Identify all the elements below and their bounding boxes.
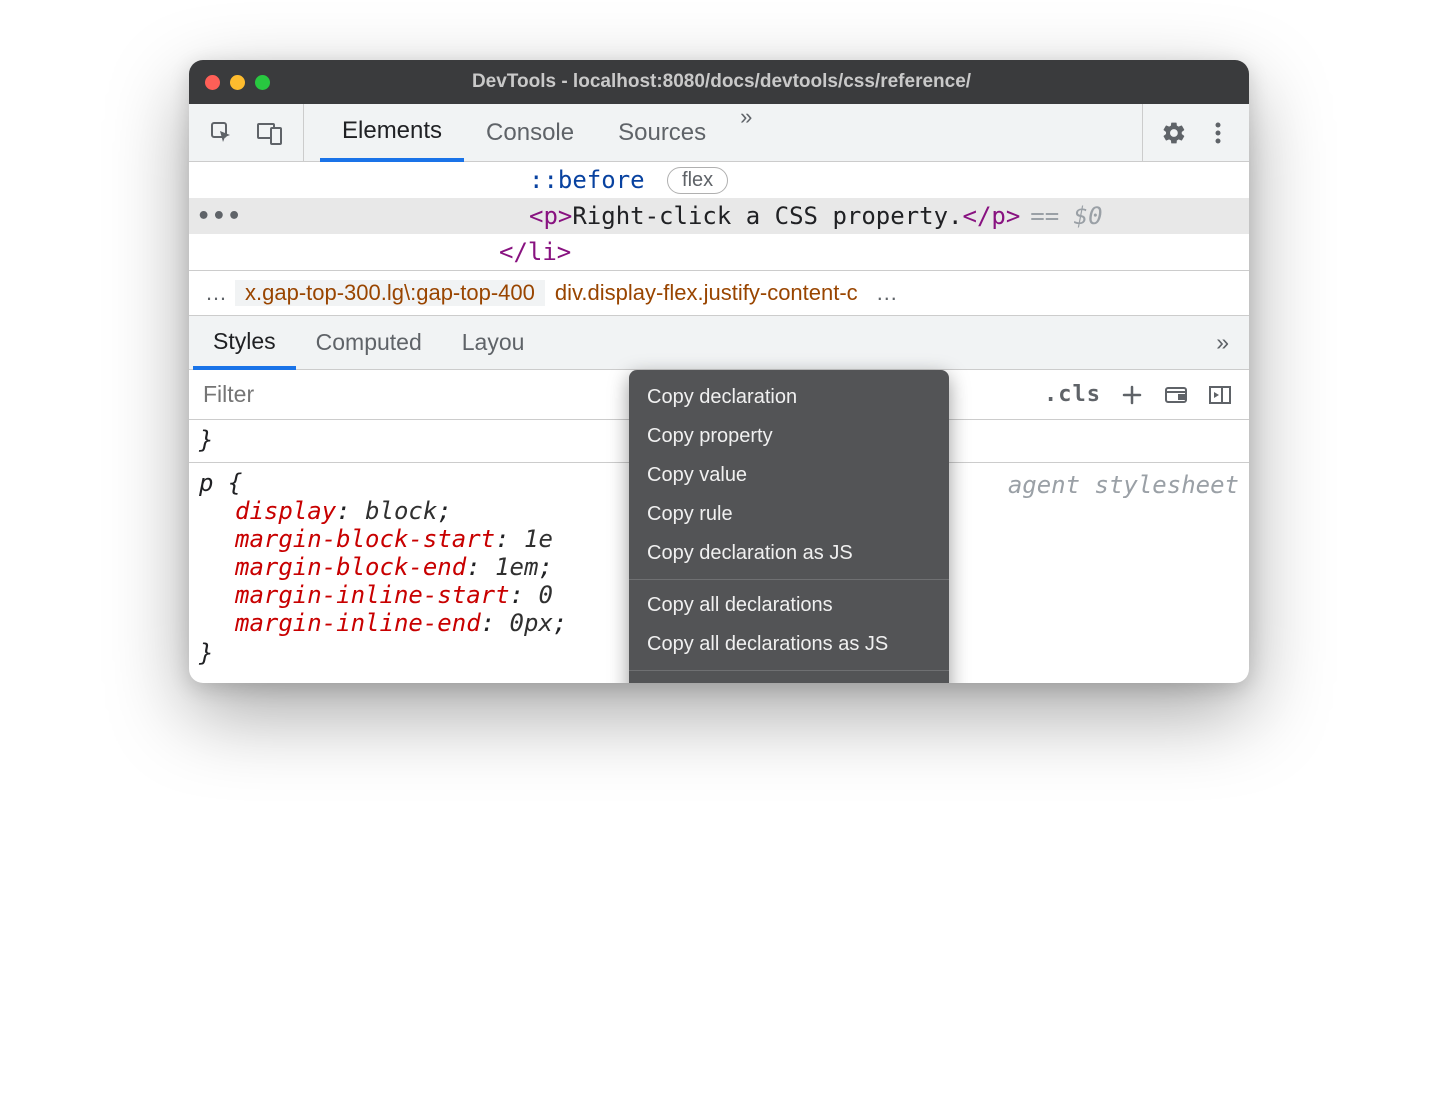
dollar-zero-indicator: == $0	[1030, 202, 1102, 230]
toolbar-left	[189, 104, 304, 161]
titlebar: DevTools - localhost:8080/docs/devtools/…	[189, 60, 1249, 104]
styles-filter-tools: .cls	[1028, 382, 1249, 408]
menu-separator	[629, 579, 949, 580]
context-menu-item[interactable]: Copy all declarations	[629, 586, 949, 625]
more-tabs-icon[interactable]: »	[728, 104, 764, 161]
p-close-tag: </p>	[963, 202, 1021, 230]
main-toolbar: Elements Console Sources »	[189, 104, 1249, 162]
devtools-window: DevTools - localhost:8080/docs/devtools/…	[189, 60, 1249, 683]
toolbar-right	[1142, 104, 1249, 161]
breadcrumb-item-1[interactable]: x.gap-top-300.lg\:gap-top-400	[235, 280, 545, 306]
device-toggle-icon[interactable]	[257, 120, 283, 146]
tab-console[interactable]: Console	[464, 104, 596, 161]
context-menu-item[interactable]: Copy all CSS changes	[629, 677, 949, 683]
subtab-layout[interactable]: Layou	[442, 316, 545, 369]
rule-selector[interactable]: p {	[199, 467, 242, 499]
window-title: DevTools - localhost:8080/docs/devtools/…	[290, 71, 1153, 93]
dom-pseudo-before[interactable]: ::before flex	[189, 162, 1249, 198]
subtab-styles[interactable]: Styles	[193, 316, 296, 370]
traffic-lights	[205, 75, 270, 90]
cls-toggle[interactable]: .cls	[1044, 382, 1101, 407]
toggle-sidebar-icon[interactable]	[1207, 382, 1233, 408]
dom-selected-node[interactable]: ••• <p>Right-click a CSS property.</p> =…	[189, 198, 1249, 234]
pseudo-before-label: ::before	[529, 166, 645, 194]
breadcrumb-more-right[interactable]: …	[868, 280, 906, 306]
context-menu: Copy declarationCopy propertyCopy valueC…	[629, 370, 949, 683]
tab-elements[interactable]: Elements	[320, 104, 464, 162]
breadcrumb-item-2[interactable]: div.display-flex.justify-content-c	[545, 280, 868, 306]
context-menu-item[interactable]: Copy value	[629, 456, 949, 495]
context-menu-item[interactable]: Copy declaration	[629, 378, 949, 417]
context-menu-item[interactable]: Copy property	[629, 417, 949, 456]
dom-tree[interactable]: ::before flex ••• <p>Right-click a CSS p…	[189, 162, 1249, 270]
computed-styles-icon[interactable]	[1163, 382, 1189, 408]
context-menu-item[interactable]: Copy rule	[629, 495, 949, 534]
context-menu-item[interactable]: Copy declaration as JS	[629, 534, 949, 573]
panel-tabs: Elements Console Sources »	[304, 104, 1142, 161]
new-style-rule-icon[interactable]	[1119, 382, 1145, 408]
styles-subtabs: Styles Computed Layou »	[189, 316, 1249, 370]
menu-separator	[629, 670, 949, 671]
flex-badge[interactable]: flex	[667, 167, 728, 194]
breadcrumb-more-left[interactable]: …	[197, 280, 235, 306]
li-close-tag: </li>	[499, 238, 571, 266]
kebab-menu-icon[interactable]	[1205, 120, 1231, 146]
window-zoom-button[interactable]	[255, 75, 270, 90]
p-text-content: Right-click a CSS property.	[572, 202, 962, 230]
inspect-element-icon[interactable]	[209, 120, 235, 146]
dom-li-close[interactable]: </li>	[189, 234, 1249, 270]
p-open-tag: <p>	[529, 202, 572, 230]
window-minimize-button[interactable]	[230, 75, 245, 90]
settings-gear-icon[interactable]	[1161, 120, 1187, 146]
dom-breadcrumb: … x.gap-top-300.lg\:gap-top-400 div.disp…	[189, 270, 1249, 316]
tab-sources[interactable]: Sources	[596, 104, 728, 161]
subtab-more-icon[interactable]: »	[1196, 316, 1249, 369]
subtab-computed[interactable]: Computed	[296, 316, 442, 369]
collapse-ellipsis-icon[interactable]: •••	[197, 204, 243, 229]
window-close-button[interactable]	[205, 75, 220, 90]
stylesheet-origin: agent stylesheet	[1008, 471, 1239, 499]
context-menu-item[interactable]: Copy all declarations as JS	[629, 625, 949, 664]
